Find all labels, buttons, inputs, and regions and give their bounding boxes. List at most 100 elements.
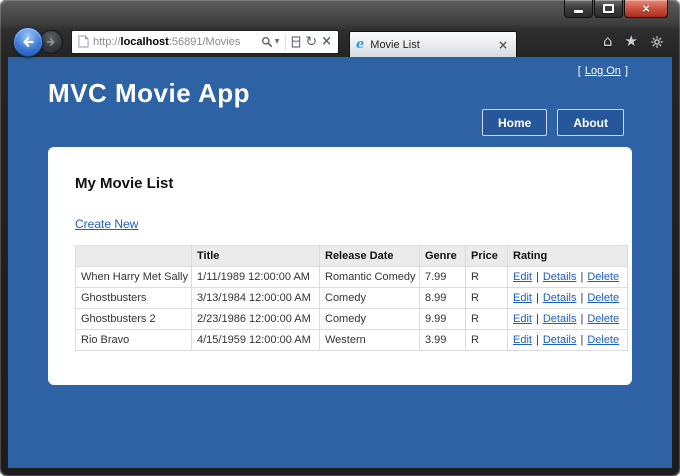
app-title: MVC Movie App <box>48 78 250 108</box>
cell-genre: Comedy <box>319 308 420 330</box>
cell-date: 3/13/1984 12:00:00 AM <box>191 287 320 309</box>
cell-price: 7.99 <box>419 266 466 288</box>
table-row: When Harry Met Sally 1/11/1989 12:00:00 … <box>75 266 628 288</box>
cell-movie-name: When Harry Met Sally <box>75 266 192 288</box>
tab-movie-list[interactable]: e Movie List × <box>349 31 517 57</box>
cell-genre: Romantic Comedy <box>319 266 420 288</box>
compatibility-view-icon[interactable] <box>289 35 303 48</box>
cell-price: 8.99 <box>419 287 466 309</box>
link-separator: | <box>580 313 584 325</box>
delete-link[interactable]: Delete <box>587 271 619 283</box>
cell-date: 2/23/1986 12:00:00 AM <box>191 308 320 330</box>
delete-link[interactable]: Delete <box>587 313 619 325</box>
cell-movie-name: Rio Bravo <box>75 329 192 351</box>
delete-link[interactable]: Delete <box>587 292 619 304</box>
logon-bracket-open: [ <box>577 65 581 77</box>
cell-date: 1/11/1989 12:00:00 AM <box>191 266 320 288</box>
cell-rating: R <box>465 266 508 288</box>
nav-home-button[interactable]: Home <box>482 109 548 136</box>
column-header-genre: Genre <box>419 245 466 267</box>
edit-link[interactable]: Edit <box>513 271 532 283</box>
back-arrow-icon <box>20 34 36 50</box>
tools-gear-icon[interactable] <box>650 35 664 49</box>
url-scheme: http:// <box>93 35 121 48</box>
column-header-title: Title <box>191 245 320 267</box>
cell-rating: R <box>465 287 508 309</box>
link-separator: | <box>580 334 584 346</box>
column-header-blank <box>75 245 192 267</box>
url-text: http://localhost:56891/Movies <box>93 36 256 48</box>
link-separator: | <box>580 271 584 283</box>
cell-actions: Edit | Details | Delete <box>507 287 628 309</box>
cell-price: 9.99 <box>419 308 466 330</box>
minimize-icon <box>574 9 583 13</box>
cell-genre: Comedy <box>319 287 420 309</box>
url-host: localhost <box>120 35 169 48</box>
content-panel: My Movie List Create New Title Release D… <box>48 147 632 385</box>
forward-arrow-icon <box>45 36 57 48</box>
details-link[interactable]: Details <box>543 313 577 325</box>
search-dropdown-icon[interactable]: ▼ <box>275 38 283 45</box>
link-separator: | <box>580 292 584 304</box>
movies-table: Title Release Date Genre Price Rating Wh… <box>75 245 628 351</box>
table-header-row: Title Release Date Genre Price Rating <box>75 245 628 267</box>
cell-actions: Edit | Details | Delete <box>507 329 628 351</box>
page-document-icon <box>78 35 89 48</box>
edit-link[interactable]: Edit <box>513 334 532 346</box>
nav-about-button[interactable]: About <box>557 109 624 136</box>
edit-link[interactable]: Edit <box>513 313 532 325</box>
tab-close-icon[interactable]: × <box>496 38 510 52</box>
table-row: Ghostbusters 2 2/23/1986 12:00:00 AM Com… <box>75 308 628 330</box>
cell-price: 3.99 <box>419 329 466 351</box>
ie-favicon-icon: e <box>356 37 365 52</box>
page-title: My Movie List <box>75 175 174 192</box>
address-bar-divider <box>285 33 287 50</box>
maximize-icon <box>603 4 614 13</box>
main-nav: Home About <box>482 109 624 136</box>
table-row: Ghostbusters 3/13/1984 12:00:00 AM Comed… <box>75 287 628 309</box>
link-separator: | <box>535 271 539 283</box>
cell-date: 4/15/1959 12:00:00 AM <box>191 329 320 351</box>
refresh-icon[interactable]: ↻ <box>303 35 319 49</box>
column-header-release-date: Release Date <box>319 245 420 267</box>
delete-link[interactable]: Delete <box>587 334 619 346</box>
cell-actions: Edit | Details | Delete <box>507 308 628 330</box>
url-path: :56891/Movies <box>168 35 241 48</box>
home-icon[interactable]: ⌂ <box>603 34 613 49</box>
cell-actions: Edit | Details | Delete <box>507 266 628 288</box>
details-link[interactable]: Details <box>543 271 577 283</box>
logon-area: [ Log On] <box>578 65 628 77</box>
browser-action-icons: ⌂ ★ <box>603 34 664 49</box>
address-bar[interactable]: http://localhost:56891/Movies ▼ ↻ × <box>71 29 339 54</box>
search-icon[interactable] <box>259 36 275 48</box>
column-header-rating: Rating <box>507 245 628 267</box>
cell-rating: R <box>465 329 508 351</box>
tab-title: Movie List <box>370 38 420 51</box>
cell-movie-name: Ghostbusters <box>75 287 192 309</box>
link-separator: | <box>535 313 539 325</box>
close-icon: × <box>642 0 650 16</box>
maximize-button[interactable] <box>594 0 623 18</box>
details-link[interactable]: Details <box>543 292 577 304</box>
page-viewport: [ Log On] MVC Movie App Home About My Mov… <box>8 57 672 468</box>
cell-movie-name: Ghostbusters 2 <box>75 308 192 330</box>
edit-link[interactable]: Edit <box>513 292 532 304</box>
create-new-link[interactable]: Create New <box>75 217 138 231</box>
logon-bracket-close: ] <box>624 65 628 77</box>
favorites-star-icon[interactable]: ★ <box>625 34 638 49</box>
minimize-button[interactable] <box>564 0 593 18</box>
window-controls: × <box>563 0 668 18</box>
logon-link[interactable]: Log On <box>585 65 621 77</box>
address-bar-actions: ▼ ↻ × <box>259 33 334 50</box>
stop-icon[interactable]: × <box>319 35 334 48</box>
table-row: Rio Bravo 4/15/1959 12:00:00 AM Western … <box>75 329 628 351</box>
link-separator: | <box>535 334 539 346</box>
browser-window: × http://localhost:56891/Movies ▼ ↻ × e … <box>0 0 680 476</box>
cell-rating: R <box>465 308 508 330</box>
details-link[interactable]: Details <box>543 334 577 346</box>
back-button[interactable] <box>13 26 43 57</box>
link-separator: | <box>535 292 539 304</box>
close-button[interactable]: × <box>624 0 668 18</box>
column-header-price: Price <box>465 245 508 267</box>
browser-toolbar: http://localhost:56891/Movies ▼ ↻ × e Mo… <box>8 26 672 57</box>
